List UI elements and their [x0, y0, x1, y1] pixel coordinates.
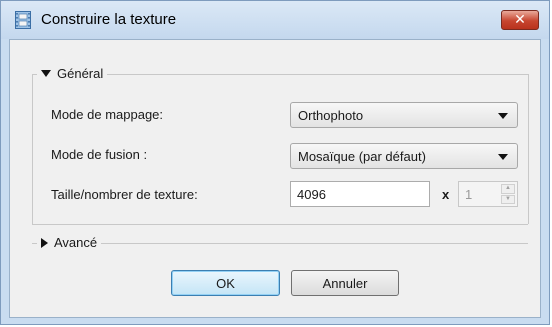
title-bar[interactable]: Construire la texture ✕	[1, 1, 549, 39]
chevron-down-icon	[498, 113, 508, 119]
cancel-button[interactable]: Annuler	[291, 270, 399, 296]
blending-mode-value: Mosaïque (par défaut)	[298, 148, 426, 164]
texture-count-spinbox[interactable]: 1 ▲ ▼	[458, 181, 518, 207]
times-sign: x	[442, 187, 450, 202]
advanced-divider	[32, 243, 528, 244]
close-icon: ✕	[514, 11, 526, 27]
ok-button[interactable]: OK	[171, 270, 280, 296]
dialog-body: Général Mode de mappage: Orthophoto Mode…	[9, 39, 541, 318]
collapsed-triangle-icon	[41, 237, 48, 248]
ok-button-label: OK	[216, 275, 235, 291]
general-section-title: Général	[57, 66, 104, 81]
mapping-mode-select[interactable]: Orthophoto	[290, 102, 518, 128]
blending-mode-label: Mode de fusion :	[51, 147, 148, 162]
window-title: Construire la texture	[41, 11, 177, 28]
film-icon	[15, 11, 31, 29]
spin-down-icon[interactable]: ▼	[501, 194, 515, 204]
cancel-button-label: Annuler	[322, 275, 368, 291]
mapping-mode-value: Orthophoto	[298, 107, 364, 123]
texture-count-value: 1	[465, 186, 473, 202]
mapping-mode-label: Mode de mappage:	[51, 107, 164, 122]
general-group-left-border	[32, 74, 33, 224]
general-group-bottom-border	[32, 224, 528, 225]
advanced-section-toggle[interactable]: Avancé	[37, 235, 102, 250]
advanced-section-title: Avancé	[54, 235, 98, 250]
general-section-toggle[interactable]: Général	[37, 66, 108, 81]
spin-buttons: ▲ ▼	[501, 184, 515, 204]
close-button[interactable]: ✕	[501, 10, 539, 30]
texture-size-input[interactable]: 4096	[290, 181, 430, 207]
texture-size-label: Taille/nombrer de texture:	[51, 187, 198, 202]
chevron-down-icon	[498, 154, 508, 160]
dialog-window: Construire la texture ✕ Général Mode de …	[0, 0, 550, 325]
expanded-triangle-icon	[41, 70, 51, 77]
spin-up-icon[interactable]: ▲	[501, 184, 515, 194]
general-group-right-border	[528, 74, 529, 224]
blending-mode-select[interactable]: Mosaïque (par défaut)	[290, 143, 518, 169]
texture-size-value: 4096	[297, 186, 326, 202]
